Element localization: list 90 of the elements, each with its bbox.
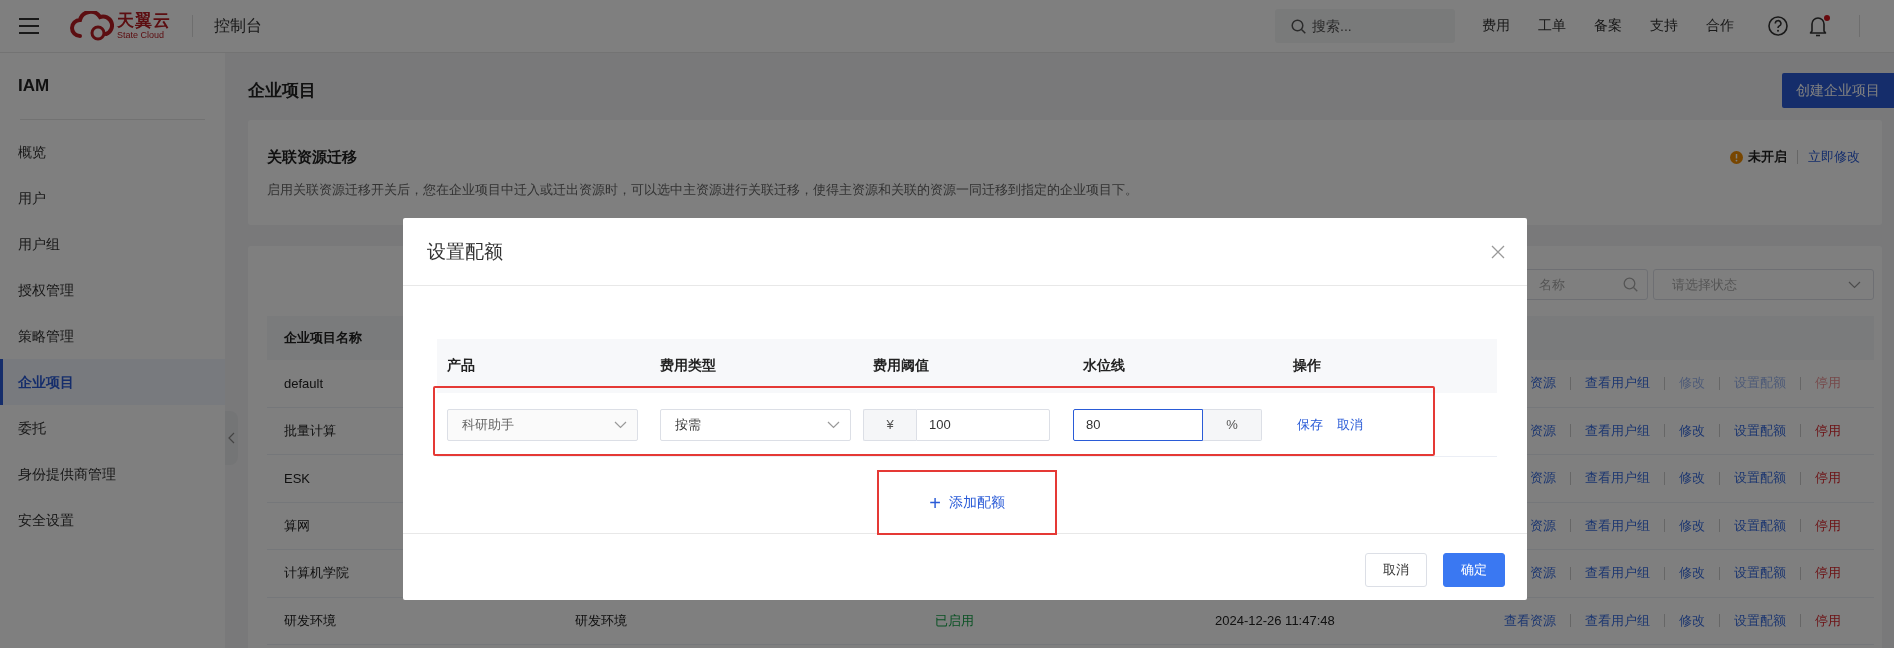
chevron-down-icon — [1848, 280, 1861, 289]
sidebar-item[interactable]: 身份提供商管理 — [0, 451, 225, 497]
edit-link[interactable]: 立即修改 — [1808, 148, 1860, 166]
action-link[interactable]: 设置配额 — [1734, 611, 1786, 630]
create-project-button[interactable]: 创建企业项目 — [1782, 73, 1894, 108]
search-icon — [1623, 277, 1638, 292]
column-header: 产品 — [446, 357, 476, 375]
action-link[interactable]: 修改 — [1679, 564, 1705, 583]
column-header: 费用阈值 — [872, 357, 930, 375]
menu-icon[interactable] — [19, 18, 39, 34]
add-quota-button[interactable]: + 添加配额 — [925, 490, 1009, 515]
search-icon — [1291, 18, 1306, 34]
collapse-handle[interactable] — [225, 411, 238, 465]
search-field[interactable]: 搜索... — [1312, 9, 1455, 43]
action-link[interactable]: 设置配额 — [1734, 421, 1786, 440]
table-cell: 批量计算 — [284, 422, 336, 438]
action-link[interactable]: 资源 — [1530, 421, 1556, 440]
action-link[interactable]: 停用 — [1815, 469, 1841, 488]
close-icon[interactable] — [1491, 244, 1505, 259]
action-link[interactable]: 查看用户组 — [1585, 564, 1650, 583]
sidebar-item[interactable]: 委托 — [0, 405, 225, 451]
action-link[interactable]: 查看资源 — [1504, 611, 1556, 630]
percent-suffix: % — [1203, 408, 1262, 441]
action-link[interactable]: 修改 — [1679, 611, 1705, 630]
sidebar-title: IAM — [18, 75, 51, 97]
watermark-input[interactable]: 80 — [1073, 408, 1203, 441]
row-action-link[interactable]: 保存 — [1297, 415, 1323, 434]
action-link[interactable]: 修改 — [1679, 469, 1705, 488]
action-link[interactable]: 停用 — [1815, 611, 1841, 630]
sidebar-item[interactable]: 用户组 — [0, 221, 225, 267]
action-link[interactable]: 设置配额 — [1734, 516, 1786, 535]
top-nav-link[interactable]: 备案 — [1594, 17, 1622, 35]
threshold-input[interactable]: 100 — [916, 408, 1050, 441]
action-link[interactable]: 停用 — [1815, 421, 1841, 440]
brand-name: 天翼云 — [117, 12, 171, 29]
table-cell: default — [284, 375, 324, 391]
confirm-button[interactable]: 确定 — [1443, 553, 1505, 587]
action-link[interactable]: 资源 — [1530, 564, 1556, 583]
status-text: 已启用 — [935, 612, 974, 628]
column-header: 费用类型 — [659, 357, 717, 375]
sidebar-item[interactable]: 概览 — [0, 129, 225, 175]
action-link[interactable]: 资源 — [1530, 516, 1556, 535]
status-text: 未开启 — [1748, 148, 1787, 166]
action-link[interactable]: 修改 — [1679, 421, 1705, 440]
fee-type-select[interactable]: 按需 — [660, 408, 851, 441]
table-cell: 算网 — [284, 517, 310, 533]
action-link[interactable]: 修改 — [1679, 516, 1705, 535]
action-link[interactable]: 资源 — [1530, 469, 1556, 488]
table-cell: 研发环境 — [575, 612, 627, 628]
warning-icon — [1730, 150, 1743, 164]
chevron-down-icon — [827, 420, 840, 429]
column-header: 企业项目名称 — [283, 329, 363, 347]
sidebar-item[interactable]: 授权管理 — [0, 267, 225, 313]
help-icon[interactable] — [1768, 16, 1788, 36]
sidebar-item[interactable]: 用户 — [0, 175, 225, 221]
column-header: 操作 — [1292, 357, 1322, 375]
bell-icon[interactable] — [1808, 15, 1828, 37]
action-link[interactable]: 资源 — [1530, 374, 1556, 393]
page-title: 企业项目 — [248, 80, 316, 102]
action-link[interactable]: 停用 — [1815, 564, 1841, 583]
brand-subtitle: State Cloud — [117, 31, 166, 40]
cloud-logo-icon — [70, 11, 114, 41]
top-nav-link[interactable]: 支持 — [1650, 17, 1678, 35]
console-label[interactable]: 控制台 — [214, 15, 262, 37]
action-link[interactable]: 设置配额 — [1734, 564, 1786, 583]
table-cell: 研发环境 — [284, 612, 336, 628]
table-cell: 2024-12-26 11:47:48 — [1215, 613, 1335, 629]
cancel-button[interactable]: 取消 — [1365, 553, 1427, 587]
top-nav-link[interactable]: 合作 — [1706, 17, 1734, 35]
action-link[interactable]: 停用 — [1815, 516, 1841, 535]
action-link[interactable]: 设置配额 — [1734, 469, 1786, 488]
action-link[interactable]: 查看用户组 — [1585, 421, 1650, 440]
table-cell: 计算机学院 — [284, 565, 349, 581]
column-header: 水位线 — [1082, 357, 1126, 375]
sidebar-item[interactable]: 企业项目 — [0, 359, 225, 405]
card-title: 关联资源迁移 — [267, 147, 358, 167]
search-box[interactable]: 搜索... — [1275, 9, 1455, 43]
row-action-link[interactable]: 取消 — [1337, 415, 1363, 434]
currency-prefix: ¥ — [863, 408, 916, 441]
table-cell: ESK — [284, 470, 310, 486]
top-nav-link[interactable]: 费用 — [1482, 17, 1510, 35]
chevron-down-icon — [614, 420, 627, 429]
action-link[interactable]: 查看用户组 — [1585, 516, 1650, 535]
action-link[interactable]: 查看用户组 — [1585, 611, 1650, 630]
sidebar-item[interactable]: 安全设置 — [0, 497, 225, 543]
top-nav-link[interactable]: 工单 — [1538, 17, 1566, 35]
action-link[interactable]: 查看用户组 — [1585, 469, 1650, 488]
action-link[interactable]: 查看用户组 — [1585, 374, 1650, 393]
sidebar-item[interactable]: 策略管理 — [0, 313, 225, 359]
dialog-title: 设置配额 — [427, 239, 503, 264]
